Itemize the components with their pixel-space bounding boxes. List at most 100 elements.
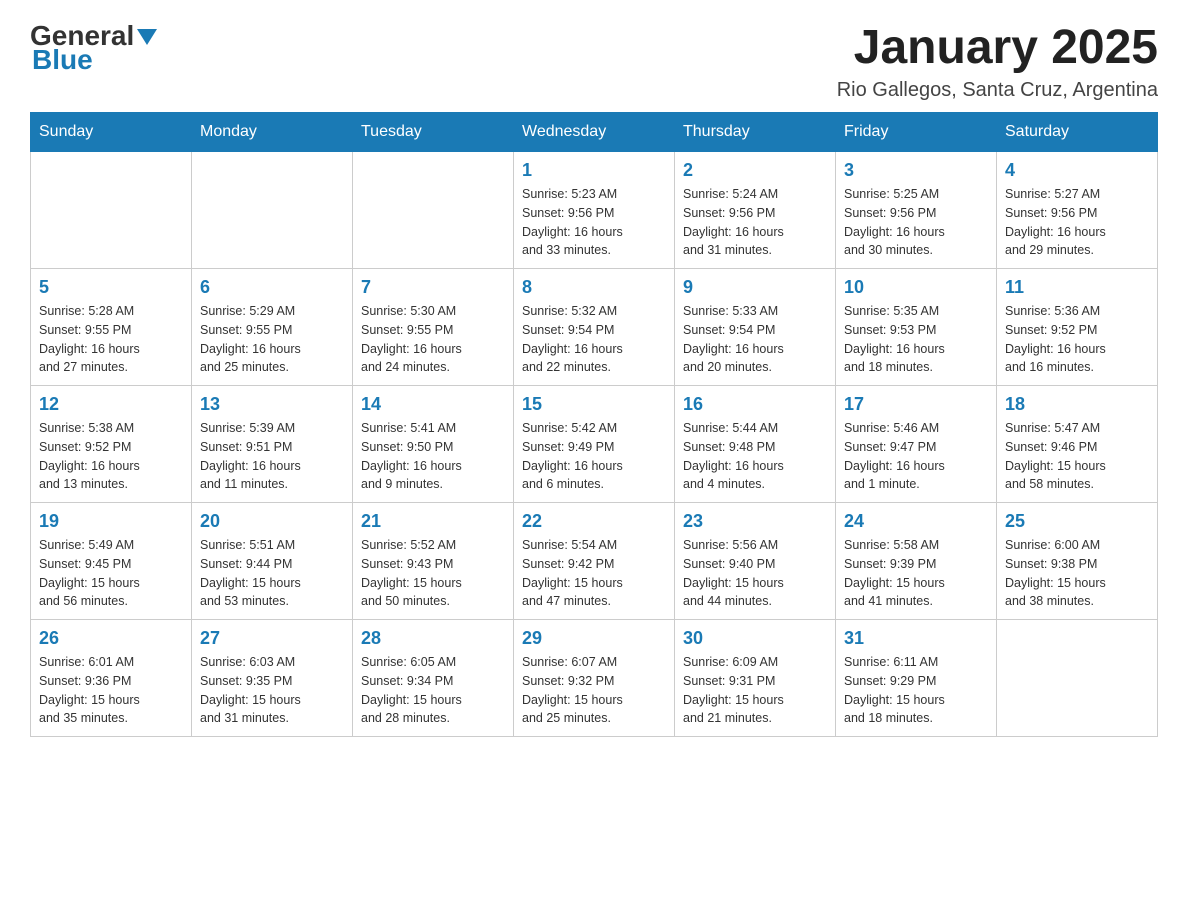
day-number: 2	[683, 160, 827, 181]
day-info: Sunrise: 5:32 AM Sunset: 9:54 PM Dayligh…	[522, 302, 666, 377]
day-number: 9	[683, 277, 827, 298]
day-number: 24	[844, 511, 988, 532]
day-info: Sunrise: 5:38 AM Sunset: 9:52 PM Dayligh…	[39, 419, 183, 494]
week-row-3: 12 Sunrise: 5:38 AM Sunset: 9:52 PM Dayli…	[31, 386, 1158, 503]
day-number: 20	[200, 511, 344, 532]
day-cell: 22Sunrise: 5:54 AM Sunset: 9:42 PM Dayli…	[514, 503, 675, 620]
day-info: Sunrise: 6:03 AM Sunset: 9:35 PM Dayligh…	[200, 653, 344, 728]
day-number: 10	[844, 277, 988, 298]
day-info: Sunrise: 5:30 AM Sunset: 9:55 PM Dayligh…	[361, 302, 505, 377]
day-info: Sunrise: 5:36 AM Sunset: 9:52 PM Dayligh…	[1005, 302, 1149, 377]
day-cell: 1 Sunrise: 5:23 AM Sunset: 9:56 PM Daylig…	[514, 152, 675, 269]
day-info: Sunrise: 5:52 AM Sunset: 9:43 PM Dayligh…	[361, 536, 505, 611]
day-cell: 18 Sunrise: 5:47 AM Sunset: 9:46 PM Dayli…	[997, 386, 1158, 503]
day-cell: 2 Sunrise: 5:24 AM Sunset: 9:56 PM Daylig…	[675, 152, 836, 269]
logo-triangle-icon	[136, 25, 158, 47]
calendar-table: SundayMondayTuesdayWednesdayThursdayFrid…	[30, 112, 1158, 737]
day-cell: 21 Sunrise: 5:52 AM Sunset: 9:43 PM Dayli…	[353, 503, 514, 620]
day-info: Sunrise: 5:23 AM Sunset: 9:56 PM Dayligh…	[522, 185, 666, 260]
day-info: Sunrise: 6:01 AM Sunset: 9:36 PM Dayligh…	[39, 653, 183, 728]
day-info: Sunrise: 5:28 AM Sunset: 9:55 PM Dayligh…	[39, 302, 183, 377]
day-info: Sunrise: 5:47 AM Sunset: 9:46 PM Dayligh…	[1005, 419, 1149, 494]
header-cell-friday: Friday	[836, 113, 997, 152]
header-cell-tuesday: Tuesday	[353, 113, 514, 152]
day-number: 25	[1005, 511, 1149, 532]
day-info: Sunrise: 5:56 AM Sunset: 9:40 PM Dayligh…	[683, 536, 827, 611]
day-cell: 23 Sunrise: 5:56 AM Sunset: 9:40 PM Dayli…	[675, 503, 836, 620]
day-cell: 9 Sunrise: 5:33 AM Sunset: 9:54 PM Daylig…	[675, 269, 836, 386]
day-cell	[192, 152, 353, 269]
day-cell: 25 Sunrise: 6:00 AM Sunset: 9:38 PM Dayli…	[997, 503, 1158, 620]
day-number: 17	[844, 394, 988, 415]
week-row-5: 26 Sunrise: 6:01 AM Sunset: 9:36 PM Dayli…	[31, 620, 1158, 737]
day-number: 29	[522, 628, 666, 649]
day-number: 5	[39, 277, 183, 298]
day-info: Sunrise: 6:05 AM Sunset: 9:34 PM Dayligh…	[361, 653, 505, 728]
day-number: 16	[683, 394, 827, 415]
day-number: 8	[522, 277, 666, 298]
day-cell: 3Sunrise: 5:25 AM Sunset: 9:56 PM Daylig…	[836, 152, 997, 269]
day-number: 26	[39, 628, 183, 649]
day-cell: 31 Sunrise: 6:11 AM Sunset: 9:29 PM Dayli…	[836, 620, 997, 737]
day-number: 21	[361, 511, 505, 532]
day-number: 1	[522, 160, 666, 181]
day-info: Sunrise: 5:58 AM Sunset: 9:39 PM Dayligh…	[844, 536, 988, 611]
month-title: January 2025	[837, 20, 1158, 75]
day-info: Sunrise: 6:07 AM Sunset: 9:32 PM Dayligh…	[522, 653, 666, 728]
day-info: Sunrise: 5:51 AM Sunset: 9:44 PM Dayligh…	[200, 536, 344, 611]
day-info: Sunrise: 5:42 AM Sunset: 9:49 PM Dayligh…	[522, 419, 666, 494]
day-info: Sunrise: 5:46 AM Sunset: 9:47 PM Dayligh…	[844, 419, 988, 494]
day-cell: 24 Sunrise: 5:58 AM Sunset: 9:39 PM Dayli…	[836, 503, 997, 620]
day-cell: 17 Sunrise: 5:46 AM Sunset: 9:47 PM Dayli…	[836, 386, 997, 503]
day-number: 31	[844, 628, 988, 649]
day-number: 23	[683, 511, 827, 532]
day-number: 28	[361, 628, 505, 649]
day-cell: 14Sunrise: 5:41 AM Sunset: 9:50 PM Dayli…	[353, 386, 514, 503]
day-info: Sunrise: 5:24 AM Sunset: 9:56 PM Dayligh…	[683, 185, 827, 260]
day-cell: 6 Sunrise: 5:29 AM Sunset: 9:55 PM Daylig…	[192, 269, 353, 386]
day-cell: 29 Sunrise: 6:07 AM Sunset: 9:32 PM Dayli…	[514, 620, 675, 737]
day-info: Sunrise: 6:09 AM Sunset: 9:31 PM Dayligh…	[683, 653, 827, 728]
day-info: Sunrise: 5:33 AM Sunset: 9:54 PM Dayligh…	[683, 302, 827, 377]
day-number: 12	[39, 394, 183, 415]
day-cell: 10 Sunrise: 5:35 AM Sunset: 9:53 PM Dayli…	[836, 269, 997, 386]
day-cell	[353, 152, 514, 269]
title-section: January 2025 Rio Gallegos, Santa Cruz, A…	[837, 20, 1158, 102]
logo: General Blue	[30, 20, 158, 76]
header-cell-saturday: Saturday	[997, 113, 1158, 152]
day-info: Sunrise: 6:00 AM Sunset: 9:38 PM Dayligh…	[1005, 536, 1149, 611]
day-cell	[997, 620, 1158, 737]
day-cell: 8 Sunrise: 5:32 AM Sunset: 9:54 PM Daylig…	[514, 269, 675, 386]
header-cell-thursday: Thursday	[675, 113, 836, 152]
day-cell: 13Sunrise: 5:39 AM Sunset: 9:51 PM Dayli…	[192, 386, 353, 503]
day-info: Sunrise: 5:25 AM Sunset: 9:56 PM Dayligh…	[844, 185, 988, 260]
day-info: Sunrise: 5:29 AM Sunset: 9:55 PM Dayligh…	[200, 302, 344, 377]
page-header: General Blue January 2025 Rio Gallegos, …	[30, 20, 1158, 102]
day-cell: 4Sunrise: 5:27 AM Sunset: 9:56 PM Daylig…	[997, 152, 1158, 269]
day-info: Sunrise: 5:49 AM Sunset: 9:45 PM Dayligh…	[39, 536, 183, 611]
day-number: 15	[522, 394, 666, 415]
header-cell-sunday: Sunday	[31, 113, 192, 152]
day-cell: 26 Sunrise: 6:01 AM Sunset: 9:36 PM Dayli…	[31, 620, 192, 737]
week-row-1: 1 Sunrise: 5:23 AM Sunset: 9:56 PM Daylig…	[31, 152, 1158, 269]
day-number: 18	[1005, 394, 1149, 415]
day-info: Sunrise: 6:11 AM Sunset: 9:29 PM Dayligh…	[844, 653, 988, 728]
day-number: 6	[200, 277, 344, 298]
day-cell: 27Sunrise: 6:03 AM Sunset: 9:35 PM Dayli…	[192, 620, 353, 737]
location-title: Rio Gallegos, Santa Cruz, Argentina	[837, 79, 1158, 102]
day-info: Sunrise: 5:39 AM Sunset: 9:51 PM Dayligh…	[200, 419, 344, 494]
day-cell: 19Sunrise: 5:49 AM Sunset: 9:45 PM Dayli…	[31, 503, 192, 620]
day-info: Sunrise: 5:41 AM Sunset: 9:50 PM Dayligh…	[361, 419, 505, 494]
day-cell: 5 Sunrise: 5:28 AM Sunset: 9:55 PM Daylig…	[31, 269, 192, 386]
day-cell: 28 Sunrise: 6:05 AM Sunset: 9:34 PM Dayli…	[353, 620, 514, 737]
day-cell: 16Sunrise: 5:44 AM Sunset: 9:48 PM Dayli…	[675, 386, 836, 503]
day-number: 11	[1005, 277, 1149, 298]
week-row-4: 19Sunrise: 5:49 AM Sunset: 9:45 PM Dayli…	[31, 503, 1158, 620]
day-number: 22	[522, 511, 666, 532]
day-number: 7	[361, 277, 505, 298]
day-cell: 11 Sunrise: 5:36 AM Sunset: 9:52 PM Dayli…	[997, 269, 1158, 386]
day-info: Sunrise: 5:27 AM Sunset: 9:56 PM Dayligh…	[1005, 185, 1149, 260]
day-cell: 20 Sunrise: 5:51 AM Sunset: 9:44 PM Dayli…	[192, 503, 353, 620]
day-cell: 7 Sunrise: 5:30 AM Sunset: 9:55 PM Daylig…	[353, 269, 514, 386]
day-info: Sunrise: 5:35 AM Sunset: 9:53 PM Dayligh…	[844, 302, 988, 377]
